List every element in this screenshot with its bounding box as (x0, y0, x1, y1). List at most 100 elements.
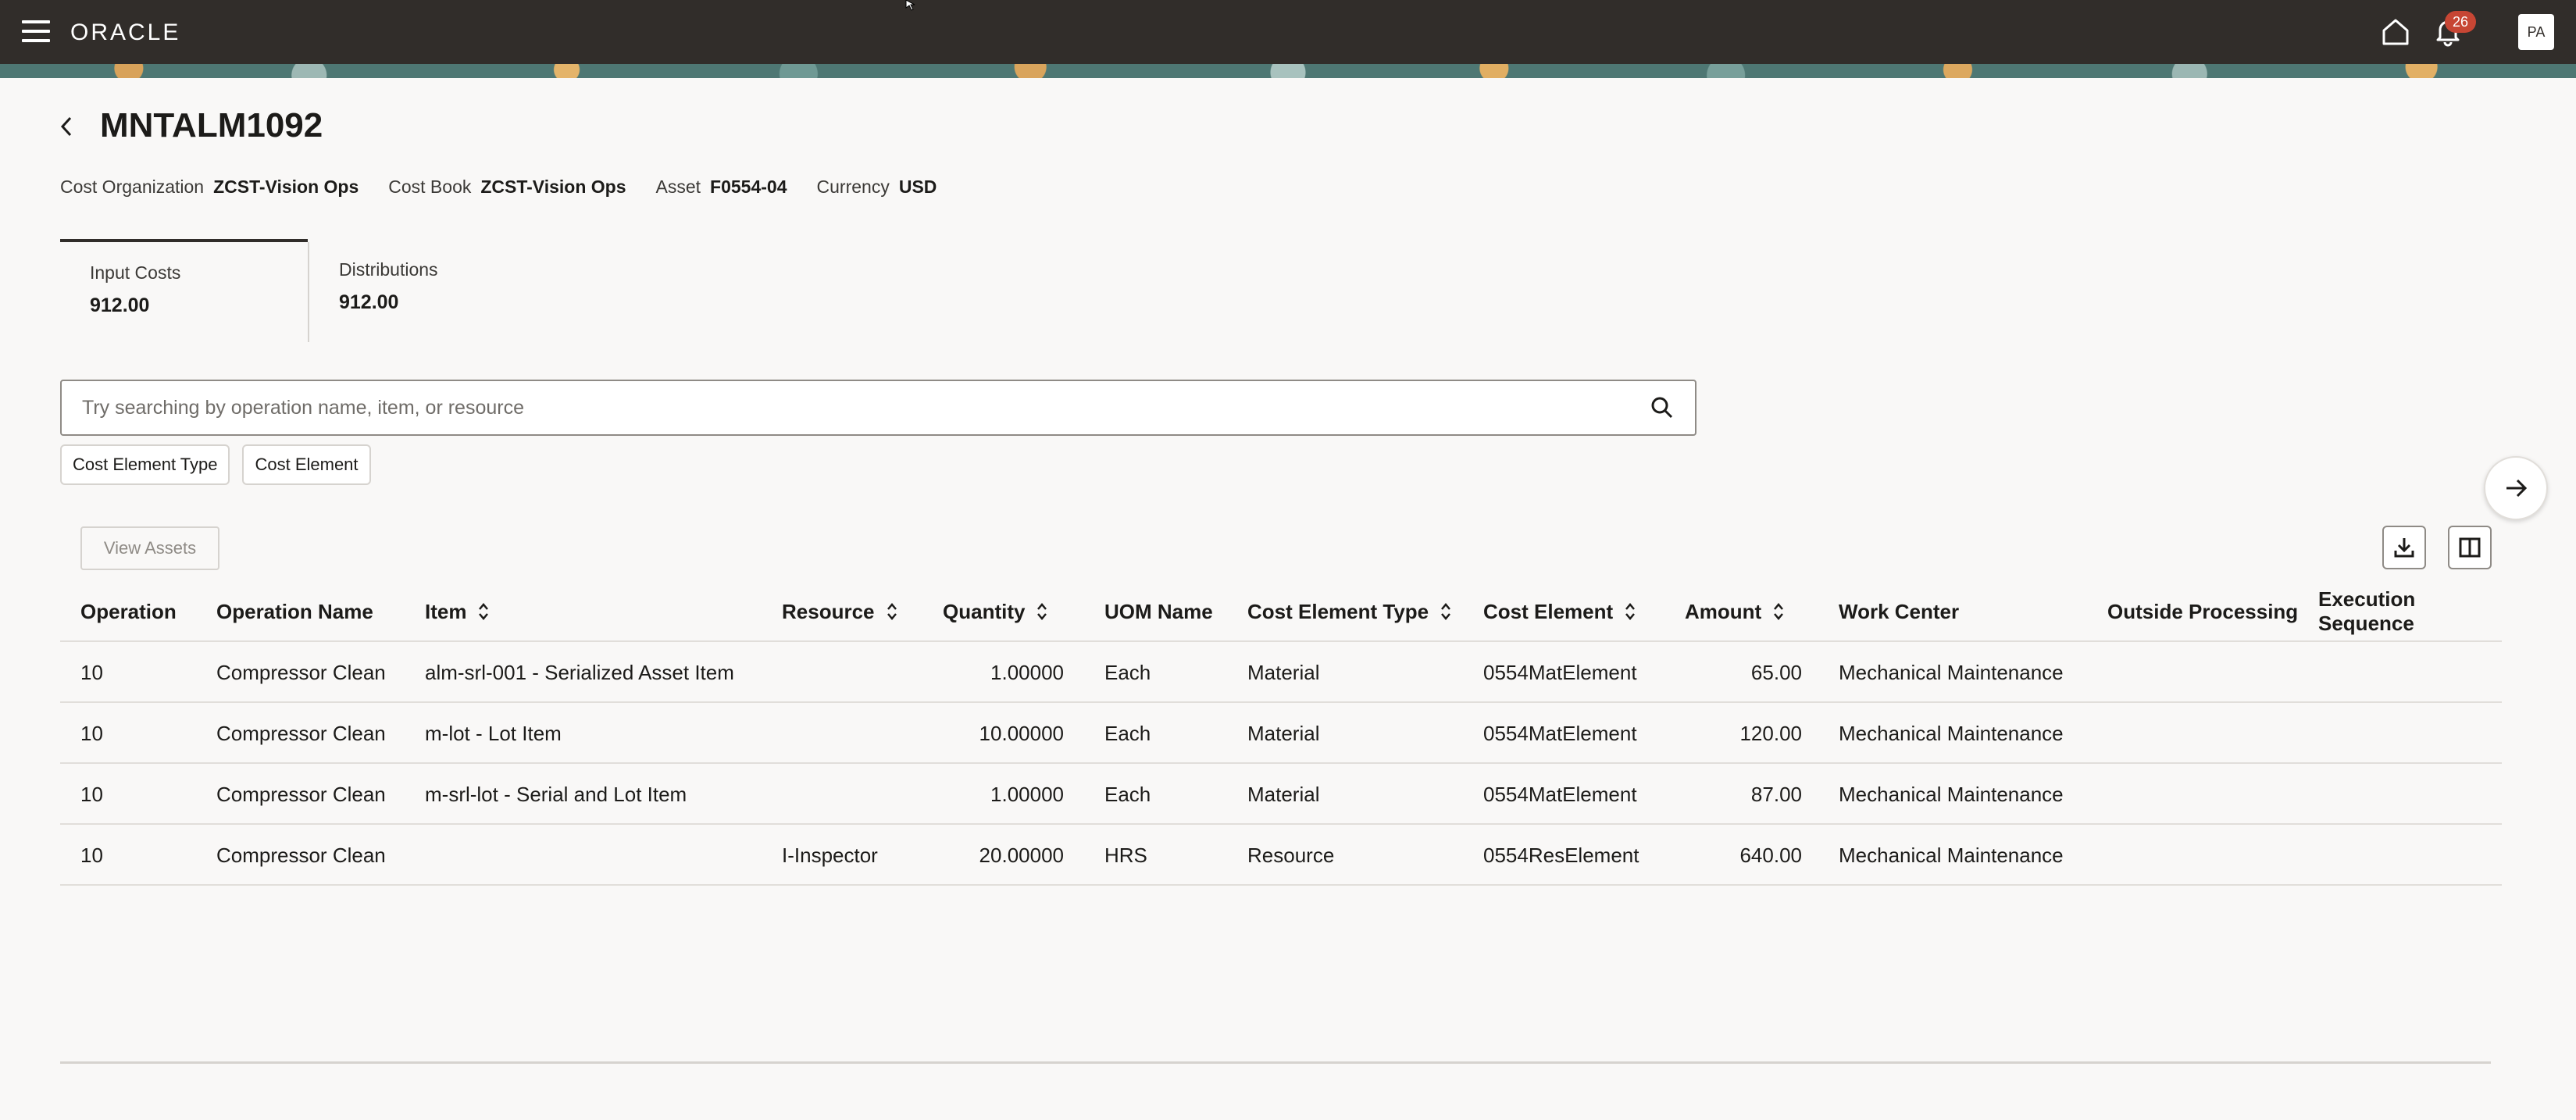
table-cell: m-lot - Lot Item (425, 721, 562, 745)
table-cell (782, 703, 938, 764)
table-row[interactable]: 10 Compressor Clean I-Inspector 20.00000 HRS… (60, 825, 2502, 886)
table-cell: Mechanical Maintenance (1839, 843, 2064, 867)
meta-value: ZCST-Vision Ops (480, 177, 626, 197)
header-metadata: Cost Organization ZCST-Vision Ops Cost B… (60, 175, 937, 198)
page-title: MNTALM1092 (100, 106, 323, 144)
mouse-cursor-icon (905, 0, 915, 11)
meta-cost-organization: Cost Organization ZCST-Vision Ops (60, 175, 359, 198)
table-cell (2107, 642, 2310, 703)
column-header-label: UOM Name (1104, 599, 1213, 623)
column-header: Operation (80, 581, 213, 642)
table-cell: Mechanical Maintenance (1839, 660, 2064, 684)
meta-value: ZCST-Vision Ops (213, 177, 359, 197)
input-costs-table: Operation Operation Name Item Resource Quant… (60, 581, 2502, 886)
table-cell (2318, 703, 2498, 764)
meta-cost-book: Cost Book ZCST-Vision Ops (388, 175, 626, 198)
table-cell: Each (1104, 782, 1151, 806)
home-icon[interactable] (2379, 16, 2412, 48)
column-header-label: Operation (80, 599, 177, 623)
column-header-label: Cost Element (1483, 599, 1614, 623)
table-cell (2318, 825, 2498, 886)
tab-value: 912.00 (90, 294, 150, 316)
table-cell: 640.00 (1739, 843, 1802, 867)
sort-icon[interactable] (477, 601, 490, 622)
table-cell: Mechanical Maintenance (1839, 721, 2064, 745)
column-header[interactable]: Item (425, 581, 769, 642)
table-cell: Compressor Clean (216, 843, 386, 867)
download-icon[interactable] (2382, 526, 2426, 569)
table-cell: Each (1104, 721, 1151, 745)
column-header[interactable]: Amount (1685, 581, 1784, 642)
table-cell (2107, 825, 2310, 886)
table-cell: 10.00000 (979, 721, 1064, 745)
back-chevron-icon[interactable] (55, 112, 78, 141)
column-header-label: Work Center (1839, 599, 1960, 623)
user-avatar[interactable]: PA (2518, 14, 2554, 50)
oracle-logo[interactable]: ORACLE (70, 17, 180, 48)
column-header-label: Item (425, 599, 467, 623)
column-header[interactable]: Cost Element Type (1247, 581, 1474, 642)
column-header-label: Resource (782, 599, 875, 623)
column-header-label: Outside Processing (2107, 599, 2299, 623)
tab-input-costs[interactable]: Input Costs 912.00 (60, 239, 308, 339)
arrow-right-icon[interactable] (2484, 456, 2548, 520)
table-cell: Resource (1247, 843, 1335, 867)
columns-icon[interactable] (2448, 526, 2492, 569)
sort-icon[interactable] (1440, 601, 1452, 622)
column-header-label: Operation Name (216, 599, 373, 623)
table-cell (2107, 703, 2310, 764)
table-row[interactable]: 10 Compressor Clean m-lot - Lot Item 10.000… (60, 703, 2502, 764)
meta-label: Asset (655, 177, 701, 197)
table-cell: alm-srl-001 - Serialized Asset Item (425, 660, 734, 684)
sort-icon[interactable] (886, 601, 898, 622)
table-cell: I-Inspector (782, 843, 878, 867)
table-cell: 1.00000 (990, 660, 1064, 684)
meta-label: Cost Book (388, 177, 472, 197)
table-cell: Material (1247, 721, 1320, 745)
meta-label: Cost Organization (60, 177, 205, 197)
table-cell: HRS (1104, 843, 1147, 867)
table-cell (782, 642, 938, 703)
tab-label: Input Costs (90, 262, 181, 283)
table-body: 10 Compressor Clean alm-srl-001 - Serializ… (60, 642, 2502, 886)
column-header[interactable]: Resource (782, 581, 938, 642)
filter-chip-cost-element-type[interactable]: Cost Element Type (60, 444, 230, 485)
sort-icon[interactable] (1036, 601, 1048, 622)
column-header: Outside Processing (2107, 581, 2310, 642)
table-cell: Material (1247, 782, 1320, 806)
column-header: Execution Sequence (2318, 581, 2498, 642)
view-assets-button[interactable]: View Assets (80, 526, 219, 570)
table-cell: 87.00 (1750, 782, 1802, 806)
table-header-row: Operation Operation Name Item Resource Quant… (60, 581, 2502, 642)
filter-chip-cost-element[interactable]: Cost Element (242, 444, 371, 485)
table-cell: Compressor Clean (216, 782, 386, 806)
sort-icon[interactable] (1624, 601, 1636, 622)
column-header: UOM Name (1104, 581, 1245, 642)
table-cell: 10 (80, 660, 103, 684)
table-row[interactable]: 10 Compressor Clean alm-srl-001 - Serializ… (60, 642, 2502, 703)
sort-icon[interactable] (1772, 601, 1785, 622)
table-cell: Material (1247, 660, 1320, 684)
tab-distributions[interactable]: Distributions 912.00 (308, 242, 558, 342)
table-cell: 10 (80, 843, 103, 867)
meta-asset: Asset F0554-04 (656, 175, 787, 198)
search-icon[interactable] (1639, 384, 1686, 431)
table-cell: Compressor Clean (216, 660, 386, 684)
column-header[interactable]: Cost Element (1483, 581, 1679, 642)
table-cell: Mechanical Maintenance (1839, 782, 2064, 806)
search-input[interactable] (62, 381, 1639, 434)
table-cell: 120.00 (1739, 721, 1802, 745)
decorative-banner (0, 64, 2576, 78)
meta-value: USD (898, 177, 937, 197)
hamburger-menu-icon[interactable] (22, 20, 50, 42)
tab-value: 912.00 (339, 291, 399, 313)
column-header[interactable]: Quantity (943, 581, 1093, 642)
search-box (60, 380, 1697, 436)
meta-currency: Currency USD (817, 175, 937, 198)
table-cell (2318, 764, 2498, 825)
column-header: Work Center (1839, 581, 2104, 642)
table-cell: Compressor Clean (216, 721, 386, 745)
column-header: Operation Name (216, 581, 419, 642)
column-header-label: Quantity (943, 599, 1026, 623)
table-row[interactable]: 10 Compressor Clean m-srl-lot - Serial and… (60, 764, 2502, 825)
